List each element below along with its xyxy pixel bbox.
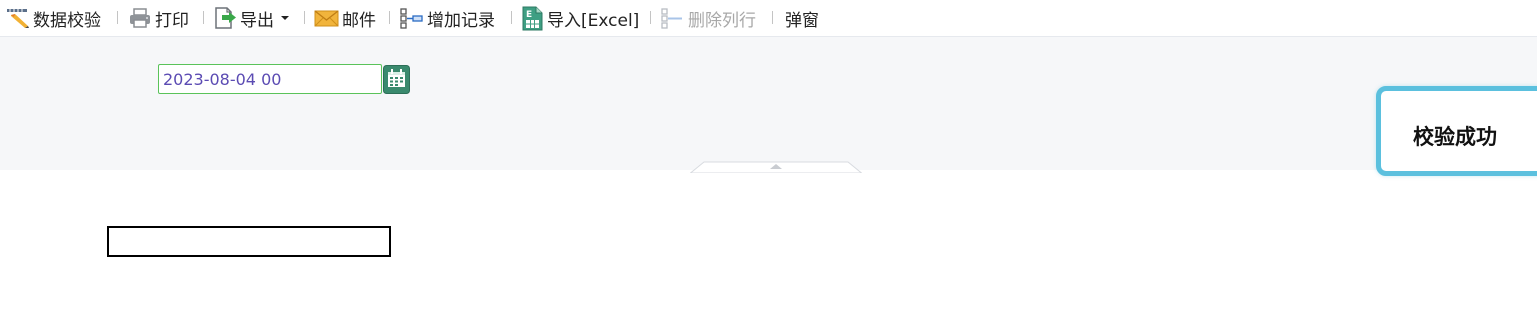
excel-icon: E — [522, 6, 543, 30]
export-icon — [215, 7, 236, 29]
calendar-icon — [383, 65, 410, 94]
mail-button[interactable]: 邮件 — [314, 5, 376, 31]
query-panel — [0, 37, 1537, 170]
toolbar-separator — [304, 11, 305, 24]
export-button[interactable]: 导出 — [213, 5, 292, 31]
import-excel-button[interactable]: E 导入[Excel] — [521, 5, 639, 31]
mail-label: 邮件 — [342, 10, 376, 31]
add-record-icon — [400, 8, 423, 29]
success-toast: 校验成功 — [1376, 86, 1537, 176]
collapse-panel-toggle[interactable] — [689, 158, 863, 174]
empty-input-box[interactable] — [107, 226, 391, 257]
export-label: 导出 — [240, 10, 274, 31]
toolbar-separator — [511, 11, 512, 24]
chevron-down-icon — [281, 16, 289, 20]
toolbar: 数据校验 打印 导出 邮件 增加记录 E 导入[Excel] 删除列行 弹窗 — [0, 0, 1537, 37]
delete-row-button: 删除列行 — [660, 5, 756, 31]
collapse-up-icon — [689, 161, 863, 174]
popup-button[interactable]: 弹窗 — [785, 5, 819, 31]
popup-label: 弹窗 — [785, 10, 819, 31]
toolbar-separator — [203, 11, 204, 24]
toolbar-separator — [772, 11, 773, 24]
toolbar-separator — [389, 11, 390, 24]
date-input[interactable] — [158, 64, 382, 94]
toast-message: 校验成功 — [1413, 125, 1497, 149]
svg-text:E: E — [526, 10, 532, 20]
printer-icon — [130, 8, 150, 28]
delete-row-icon — [661, 8, 682, 29]
calendar-button[interactable] — [383, 65, 410, 94]
print-label: 打印 — [155, 10, 189, 31]
add-record-button[interactable]: 增加记录 — [399, 5, 495, 31]
pencil-ruler-icon — [7, 9, 29, 28]
import-excel-label: 导入[Excel] — [547, 10, 640, 31]
data-validate-button[interactable]: 数据校验 — [6, 5, 101, 31]
data-validate-label: 数据校验 — [33, 10, 101, 31]
print-button[interactable]: 打印 — [128, 5, 189, 31]
toolbar-separator — [117, 11, 118, 24]
add-record-label: 增加记录 — [427, 10, 495, 31]
mail-icon — [314, 10, 339, 27]
toolbar-separator — [650, 11, 651, 24]
delete-row-label: 删除列行 — [688, 10, 756, 31]
